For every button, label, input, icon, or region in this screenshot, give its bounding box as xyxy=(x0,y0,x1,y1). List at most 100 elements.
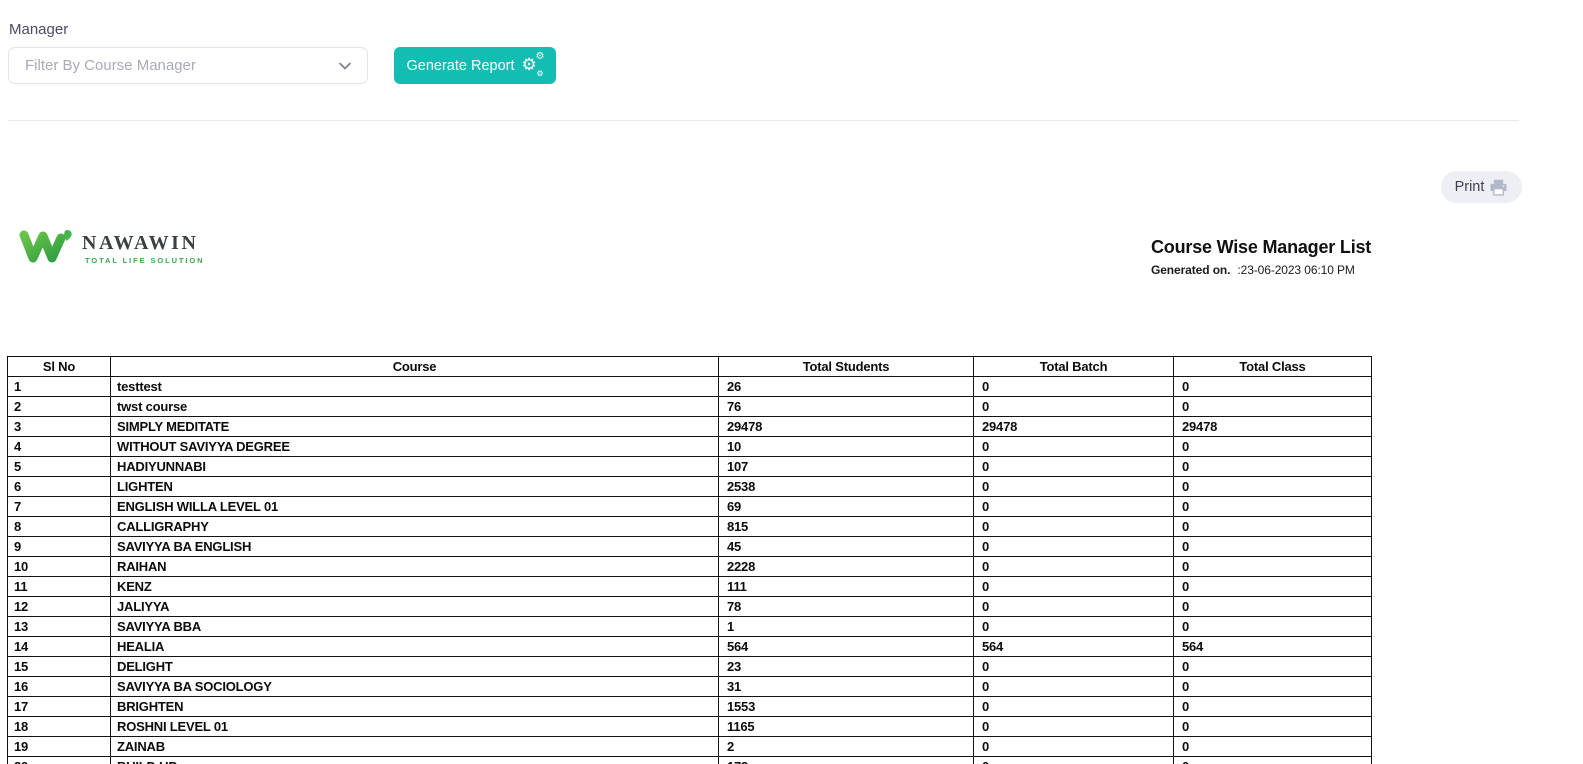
cell-slno: 13 xyxy=(8,617,111,637)
cell-total-students: 1 xyxy=(719,617,974,637)
cell-total-batch: 0 xyxy=(974,537,1174,557)
cell-course: DELIGHT xyxy=(111,657,719,677)
table-row: 20BUILD UP17300 xyxy=(8,757,1372,764)
cell-course: BUILD UP xyxy=(111,757,719,764)
cell-total-class: 0 xyxy=(1174,477,1372,497)
cell-total-batch: 0 xyxy=(974,677,1174,697)
generate-report-button[interactable]: Generate Report ⚙⚙⚙ xyxy=(394,47,556,84)
cell-course: ROSHNI LEVEL 01 xyxy=(111,717,719,737)
cell-course: SAVIYYA BA SOCIOLOGY xyxy=(111,677,719,697)
cell-total-class: 0 xyxy=(1174,657,1372,677)
cell-course: HEALIA xyxy=(111,637,719,657)
table-row: 14HEALIA564564564 xyxy=(8,637,1372,657)
table-row: 8CALLIGRAPHY81500 xyxy=(8,517,1372,537)
cell-total-students: 69 xyxy=(719,497,974,517)
table-row: 3SIMPLY MEDITATE294782947829478 xyxy=(8,417,1372,437)
table-row: 19ZAINAB200 xyxy=(8,737,1372,757)
col-header-course: Course xyxy=(111,357,719,377)
cell-slno: 10 xyxy=(8,557,111,577)
table-row: 6LIGHTEN253800 xyxy=(8,477,1372,497)
cell-total-batch: 0 xyxy=(974,397,1174,417)
cell-total-students: 2 xyxy=(719,737,974,757)
cell-total-students: 78 xyxy=(719,597,974,617)
col-header-total-batch: Total Batch xyxy=(974,357,1174,377)
cell-total-batch: 0 xyxy=(974,577,1174,597)
cell-total-students: 76 xyxy=(719,397,974,417)
table-header-row: Sl No Course Total Students Total Batch … xyxy=(8,357,1372,377)
cell-course: JALIYYA xyxy=(111,597,719,617)
cell-slno: 15 xyxy=(8,657,111,677)
nawawin-logo: NAWAWIN TOTAL LIFE SOLUTION xyxy=(18,226,204,270)
cell-total-class: 0 xyxy=(1174,397,1372,417)
cell-course: SAVIYYA BA ENGLISH xyxy=(111,537,719,557)
print-button[interactable]: Print xyxy=(1441,171,1522,203)
cell-total-students: 2538 xyxy=(719,477,974,497)
cell-course: WITHOUT SAVIYYA DEGREE xyxy=(111,437,719,457)
cell-total-class: 0 xyxy=(1174,457,1372,477)
cell-total-batch: 0 xyxy=(974,717,1174,737)
col-header-total-students: Total Students xyxy=(719,357,974,377)
cell-total-class: 0 xyxy=(1174,617,1372,637)
cell-slno: 9 xyxy=(8,537,111,557)
course-manager-select[interactable]: Filter By Course Manager xyxy=(8,47,368,84)
section-divider xyxy=(8,120,1519,121)
cell-total-class: 0 xyxy=(1174,537,1372,557)
table-row: 9SAVIYYA BA ENGLISH4500 xyxy=(8,537,1372,557)
cell-slno: 6 xyxy=(8,477,111,497)
cell-slno: 18 xyxy=(8,717,111,737)
generate-report-label: Generate Report xyxy=(406,58,514,74)
gears-icon: ⚙⚙⚙ xyxy=(522,56,544,76)
table-row: 13SAVIYYA BBA100 xyxy=(8,617,1372,637)
cell-slno: 17 xyxy=(8,697,111,717)
cell-total-batch: 29478 xyxy=(974,417,1174,437)
cell-slno: 5 xyxy=(8,457,111,477)
cell-total-students: 111 xyxy=(719,577,974,597)
cell-total-batch: 564 xyxy=(974,637,1174,657)
table-row: 2twst course7600 xyxy=(8,397,1372,417)
cell-slno: 3 xyxy=(8,417,111,437)
cell-total-batch: 0 xyxy=(974,657,1174,677)
cell-total-class: 0 xyxy=(1174,497,1372,517)
printer-icon xyxy=(1489,179,1508,196)
cell-total-batch: 0 xyxy=(974,757,1174,764)
cell-total-batch: 0 xyxy=(974,477,1174,497)
table-row: 18ROSHNI LEVEL 01116500 xyxy=(8,717,1372,737)
cell-course: LIGHTEN xyxy=(111,477,719,497)
generated-on: Generated on.:23-06-2023 06:10 PM xyxy=(1151,263,1371,277)
cell-course: BRIGHTEN xyxy=(111,697,719,717)
cell-course: twst course xyxy=(111,397,719,417)
print-label: Print xyxy=(1455,179,1485,195)
cell-total-students: 1165 xyxy=(719,717,974,737)
cell-slno: 14 xyxy=(8,637,111,657)
page: Manager Filter By Course Manager Generat… xyxy=(0,0,1583,764)
cell-slno: 7 xyxy=(8,497,111,517)
cell-total-batch: 0 xyxy=(974,697,1174,717)
cell-course: ENGLISH WILLA LEVEL 01 xyxy=(111,497,719,517)
cell-course: SIMPLY MEDITATE xyxy=(111,417,719,437)
table-row: 16SAVIYYA BA SOCIOLOGY3100 xyxy=(8,677,1372,697)
cell-total-batch: 0 xyxy=(974,557,1174,577)
logo-name: NAWAWIN xyxy=(82,232,204,255)
cell-total-students: 1553 xyxy=(719,697,974,717)
table-row: 7ENGLISH WILLA LEVEL 016900 xyxy=(8,497,1372,517)
cell-total-batch: 0 xyxy=(974,517,1174,537)
cell-course: CALLIGRAPHY xyxy=(111,517,719,537)
cell-total-batch: 0 xyxy=(974,457,1174,477)
cell-total-batch: 0 xyxy=(974,737,1174,757)
table-row: 11KENZ11100 xyxy=(8,577,1372,597)
cell-total-batch: 0 xyxy=(974,617,1174,637)
cell-total-class: 0 xyxy=(1174,437,1372,457)
cell-total-students: 107 xyxy=(719,457,974,477)
cell-total-class: 0 xyxy=(1174,697,1372,717)
cell-slno: 19 xyxy=(8,737,111,757)
cell-total-class: 29478 xyxy=(1174,417,1372,437)
cell-total-students: 173 xyxy=(719,757,974,764)
cell-total-batch: 0 xyxy=(974,497,1174,517)
table-row: 4WITHOUT SAVIYYA DEGREE1000 xyxy=(8,437,1372,457)
select-placeholder: Filter By Course Manager xyxy=(25,57,339,74)
cell-total-batch: 0 xyxy=(974,377,1174,397)
cell-total-class: 0 xyxy=(1174,597,1372,617)
cell-slno: 12 xyxy=(8,597,111,617)
cell-total-students: 815 xyxy=(719,517,974,537)
col-header-slno: Sl No xyxy=(8,357,111,377)
